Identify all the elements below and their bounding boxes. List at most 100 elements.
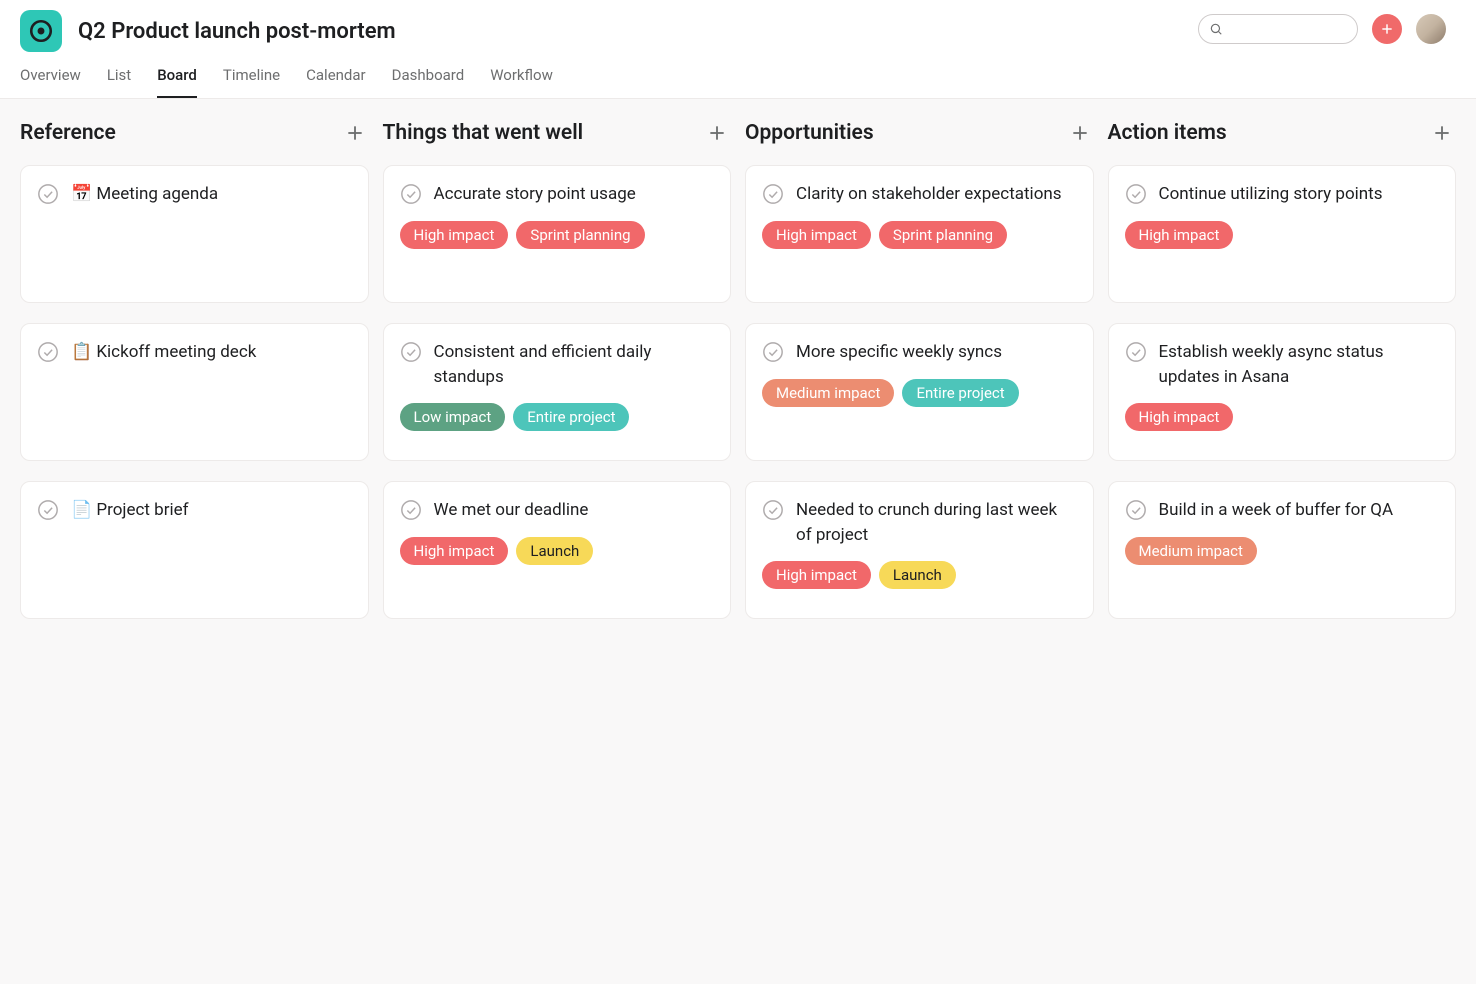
complete-task-button[interactable] [762,499,784,521]
card[interactable]: Clarity on stakeholder expectations High … [745,165,1094,303]
tag-medium-impact[interactable]: Medium impact [1125,537,1257,565]
card-title: Build in a week of buffer for QA [1159,498,1394,523]
complete-task-button[interactable] [1125,499,1147,521]
global-add-button[interactable] [1372,14,1402,44]
tag-entire-project[interactable]: Entire project [902,379,1018,407]
check-circle-icon [1125,499,1147,521]
complete-task-button[interactable] [1125,183,1147,205]
tag-low-impact[interactable]: Low impact [400,403,506,431]
card-header-row: Build in a week of buffer for QA [1125,498,1440,523]
column-add-button[interactable] [703,119,731,147]
complete-task-button[interactable] [400,499,422,521]
card-title: Establish weekly async status updates in… [1159,340,1440,389]
card[interactable]: 📄 Project brief [20,481,369,619]
card[interactable]: Continue utilizing story points High impa… [1108,165,1457,303]
complete-task-button[interactable] [762,341,784,363]
card-header-row: More specific weekly syncs [762,340,1077,365]
tab-list[interactable]: List [107,66,131,98]
project-icon[interactable] [20,10,62,52]
board: Reference 📅 Meeting agenda 📋 Kickoff meeti… [0,99,1476,659]
card-header-row: Establish weekly async status updates in… [1125,340,1440,389]
card-header-row: We met our deadline [400,498,715,523]
card[interactable]: 📅 Meeting agenda [20,165,369,303]
card[interactable]: Consistent and efficient daily standupsL… [383,323,732,461]
tab-overview[interactable]: Overview [20,66,81,98]
tab-calendar[interactable]: Calendar [306,66,366,98]
card-tags: High impact Sprint planning [762,221,1077,249]
column-title[interactable]: Things that went well [383,121,584,145]
column-header: Opportunities [745,119,1094,147]
tag-medium-impact[interactable]: Medium impact [762,379,894,407]
tag-high-impact[interactable]: High impact [1125,221,1234,249]
column-reference: Reference 📅 Meeting agenda 📋 Kickoff meeti… [20,119,369,639]
card[interactable]: 📋 Kickoff meeting deck [20,323,369,461]
user-avatar[interactable] [1416,14,1446,44]
card-tags: High impact [1125,221,1440,249]
check-circle-icon [37,183,59,205]
tag-launch[interactable]: Launch [879,561,956,589]
plus-icon [707,123,727,143]
column-title[interactable]: Reference [20,121,116,145]
card[interactable]: Accurate story point usageHigh impactSpr… [383,165,732,303]
card-title: Clarity on stakeholder expectations [796,182,1062,207]
check-circle-icon [37,499,59,521]
search-input[interactable] [1229,21,1357,37]
column-add-button[interactable] [341,119,369,147]
column-add-button[interactable] [1428,119,1456,147]
complete-task-button[interactable] [37,499,59,521]
tag-high-impact[interactable]: High impact [400,221,509,249]
tag-entire-project[interactable]: Entire project [513,403,629,431]
tag-sprint-planning[interactable]: Sprint planning [879,221,1007,249]
tag-launch[interactable]: Launch [516,537,593,565]
tab-board[interactable]: Board [157,66,197,98]
card-tags: High impactSprint planning [400,221,715,249]
tag-high-impact[interactable]: High impact [762,221,871,249]
target-icon [28,18,54,44]
tab-workflow[interactable]: Workflow [490,66,553,98]
card-header-row: 📋 Kickoff meeting deck [37,340,352,365]
check-circle-icon [762,499,784,521]
complete-task-button[interactable] [762,183,784,205]
column-title[interactable]: Action items [1108,121,1227,145]
complete-task-button[interactable] [400,341,422,363]
card[interactable]: We met our deadline High impactLaunch [383,481,732,619]
column-add-button[interactable] [1066,119,1094,147]
column-title[interactable]: Opportunities [745,121,874,145]
tag-sprint-planning[interactable]: Sprint planning [516,221,644,249]
check-circle-icon [762,183,784,205]
plus-icon [1432,123,1452,143]
search-field[interactable] [1198,14,1358,44]
header-top: Q2 Product launch post-mortem [0,0,1476,52]
card[interactable]: Build in a week of buffer for QA Medium i… [1108,481,1457,619]
card-tags: Medium impact [1125,537,1440,565]
tag-high-impact[interactable]: High impact [762,561,871,589]
check-circle-icon [400,341,422,363]
complete-task-button[interactable] [37,183,59,205]
complete-task-button[interactable] [37,341,59,363]
card[interactable]: More specific weekly syncs Medium impact E… [745,323,1094,461]
card-header-row: Continue utilizing story points [1125,182,1440,207]
complete-task-button[interactable] [1125,341,1147,363]
tag-high-impact[interactable]: High impact [400,537,509,565]
check-circle-icon [400,499,422,521]
tag-high-impact[interactable]: High impact [1125,403,1234,431]
complete-task-button[interactable] [400,183,422,205]
check-circle-icon [762,341,784,363]
card-header-row: Clarity on stakeholder expectations [762,182,1077,207]
column-header: Reference [20,119,369,147]
check-circle-icon [37,341,59,363]
tab-timeline[interactable]: Timeline [223,66,280,98]
column-things-that-went-well: Things that went well Accurate story poin… [383,119,732,639]
column-action-items: Action items Continue utilizing story poi… [1108,119,1457,639]
card[interactable]: Needed to crunch during last week of pro… [745,481,1094,619]
check-circle-icon [1125,341,1147,363]
card-title: More specific weekly syncs [796,340,1002,365]
tab-dashboard[interactable]: Dashboard [392,66,465,98]
card-header-row: Needed to crunch during last week of pro… [762,498,1077,547]
card-tags: High impact Launch [762,561,1077,589]
project-title[interactable]: Q2 Product launch post-mortem [78,19,396,44]
plus-icon [1380,22,1394,36]
column-header: Things that went well [383,119,732,147]
header: Q2 Product launch post-mortem Overview Li… [0,0,1476,99]
card[interactable]: Establish weekly async status updates in… [1108,323,1457,461]
